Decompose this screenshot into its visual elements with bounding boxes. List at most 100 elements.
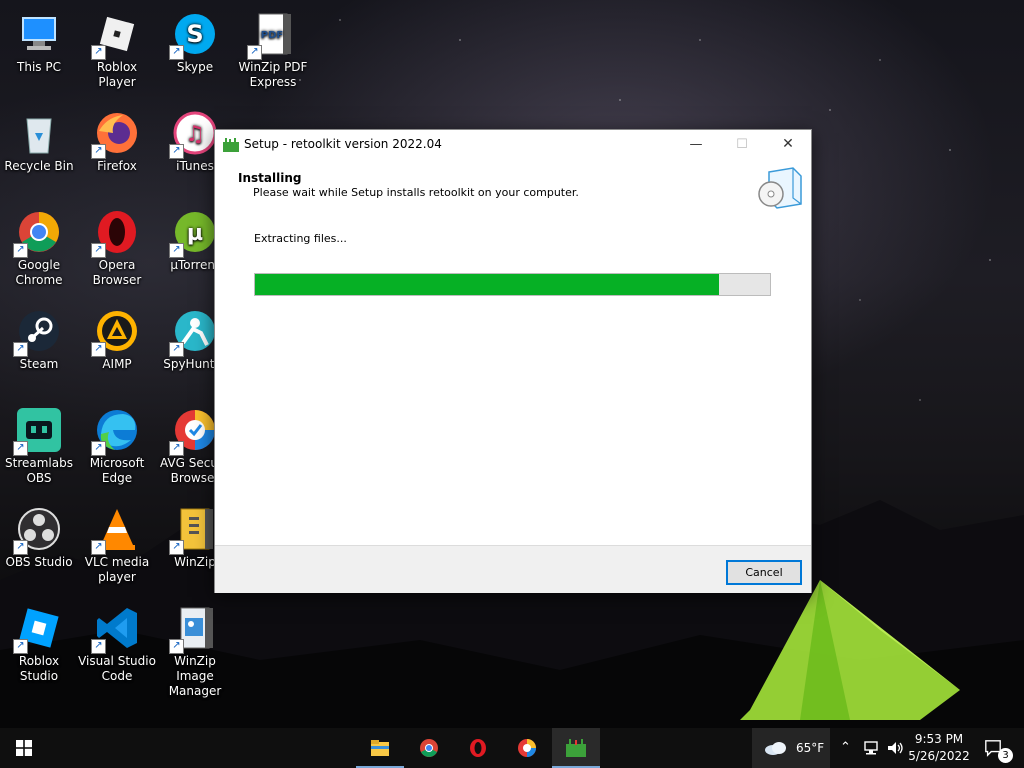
setup-icon (566, 739, 586, 757)
weather-widget[interactable]: 65°F (752, 728, 830, 768)
notification-count-badge: 3 (998, 748, 1013, 763)
taskbar-setup[interactable] (552, 728, 600, 768)
cloud-icon (765, 742, 786, 755)
shortcut-arrow-icon: ↗ (91, 45, 106, 60)
desktop-icon-streamlabs[interactable]: ↗ Streamlabs OBS (0, 402, 78, 486)
winzip-image-icon: ↗ (169, 604, 219, 654)
desktop-icon-winzip-image[interactable]: ↗ WinZip Image Manager (156, 600, 234, 699)
page-subheading: Please wait while Setup installs retoolk… (253, 186, 579, 199)
icon-label: WinZip Image Manager (168, 654, 222, 698)
icon-label: This PC (17, 60, 61, 74)
close-button[interactable]: ✕ (765, 130, 811, 159)
shortcut-arrow-icon: ↗ (91, 639, 106, 654)
taskbar-file-explorer[interactable] (356, 728, 404, 768)
icon-label: OBS Studio (5, 555, 73, 569)
title-bar[interactable]: Setup - retoolkit version 2022.04 — ☐ ✕ (215, 130, 811, 159)
winzip-pdf-icon: PDF ↗ (247, 10, 297, 60)
streamlabs-icon: ↗ (13, 406, 63, 456)
shortcut-arrow-icon: ↗ (169, 639, 184, 654)
maximize-button[interactable]: ☐ (719, 130, 765, 159)
obs-icon: ↗ (13, 505, 63, 555)
svg-text:µ: µ (187, 221, 203, 246)
desktop-icon-recycle-bin[interactable]: Recycle Bin (0, 105, 78, 174)
minimize-button[interactable]: — (673, 130, 719, 159)
shortcut-arrow-icon: ↗ (13, 243, 28, 258)
roblox-studio-icon: ↗ (13, 604, 63, 654)
shortcut-arrow-icon: ↗ (13, 639, 28, 654)
icon-label: Visual Studio Code (78, 654, 156, 683)
icon-label: Roblox Player (96, 60, 138, 89)
clock-date: 5/26/2022 (908, 749, 970, 763)
chrome-icon (420, 739, 438, 757)
icon-label: Recycle Bin (4, 159, 74, 173)
clock[interactable]: 9:53 PM 5/26/2022 (906, 731, 972, 765)
shortcut-arrow-icon: ↗ (169, 540, 184, 555)
desktop-icon-roblox-player[interactable]: ↗ Roblox Player (78, 6, 156, 90)
icon-label: Roblox Studio (18, 654, 60, 683)
icon-label: WinZip PDF Express (238, 60, 308, 89)
desktop-icon-edge[interactable]: ↗ Microsoft Edge (78, 402, 156, 486)
icon-label: Steam (19, 357, 59, 371)
skype-icon: S ↗ (169, 10, 219, 60)
opera-icon: ↗ (91, 208, 141, 258)
icon-label: Opera Browser (92, 258, 142, 287)
desktop-icon-firefox[interactable]: ↗ Firefox (78, 105, 156, 174)
desktop-icon-vscode[interactable]: ↗ Visual Studio Code (78, 600, 156, 684)
shortcut-arrow-icon: ↗ (169, 342, 184, 357)
icon-label: AIMP (102, 357, 132, 371)
wizard-header: Installing Please wait while Setup insta… (215, 159, 811, 219)
volume-icon[interactable] (886, 740, 904, 756)
desktop-icon-vlc[interactable]: ↗ VLC media player (78, 501, 156, 585)
file-explorer-icon (371, 740, 389, 756)
icon-label: Streamlabs OBS (5, 456, 73, 485)
start-button[interactable] (0, 728, 48, 768)
windows-logo-icon (16, 740, 32, 756)
taskbar: 65°F ⌃ 9:53 PM 5/26/2022 3 (0, 728, 1024, 768)
desktop-icon-this-pc[interactable]: This PC (0, 6, 78, 75)
desktop-icon-skype[interactable]: S ↗ Skype (156, 6, 234, 75)
svg-text:♫: ♫ (185, 122, 205, 147)
shortcut-arrow-icon: ↗ (169, 45, 184, 60)
chevron-up-icon[interactable]: ⌃ (840, 728, 851, 768)
avg-browser-icon (518, 739, 536, 757)
shortcut-arrow-icon: ↗ (13, 342, 28, 357)
shortcut-arrow-icon: ↗ (91, 243, 106, 258)
action-center-button[interactable]: 3 (980, 728, 1024, 768)
itunes-icon: ♫ ↗ (169, 109, 219, 159)
icon-label: Google Chrome (15, 258, 63, 287)
vlc-icon: ↗ (91, 505, 141, 555)
shortcut-arrow-icon: ↗ (247, 45, 262, 60)
weather-temp: 65°F (796, 741, 825, 755)
icon-label: Microsoft Edge (89, 456, 145, 485)
shortcut-arrow-icon: ↗ (13, 540, 28, 555)
clock-time: 9:53 PM (914, 732, 964, 746)
desktop-icon-roblox-studio[interactable]: ↗ Roblox Studio (0, 600, 78, 684)
setup-app-icon (223, 138, 239, 152)
shortcut-arrow-icon: ↗ (91, 540, 106, 555)
icon-label: Firefox (97, 159, 137, 173)
edge-icon: ↗ (91, 406, 141, 456)
desktop-icon-steam[interactable]: ↗ Steam (0, 303, 78, 372)
taskbar-chrome[interactable] (405, 728, 453, 768)
roblox-icon: ↗ (91, 10, 141, 60)
icon-label: VLC media player (84, 555, 150, 584)
vscode-icon: ↗ (91, 604, 141, 654)
taskbar-opera[interactable] (454, 728, 502, 768)
aimp-icon: ↗ (91, 307, 141, 357)
shortcut-arrow-icon: ↗ (91, 441, 106, 456)
network-icon[interactable] (862, 740, 880, 756)
steam-icon: ↗ (13, 307, 63, 357)
desktop-icon-winzip-pdf[interactable]: PDF ↗ WinZip PDF Express (234, 6, 312, 90)
shortcut-arrow-icon: ↗ (169, 243, 184, 258)
computer-icon (15, 10, 63, 58)
taskbar-avg-browser[interactable] (503, 728, 551, 768)
desktop-icon-chrome[interactable]: ↗ Google Chrome (0, 204, 78, 288)
status-text: Extracting files... (254, 232, 347, 245)
desktop-icon-obs-studio[interactable]: ↗ OBS Studio (0, 501, 78, 570)
shortcut-arrow-icon: ↗ (91, 144, 106, 159)
desktop-icon-opera[interactable]: ↗ Opera Browser (78, 204, 156, 288)
desktop-icon-aimp[interactable]: ↗ AIMP (78, 303, 156, 372)
shortcut-arrow-icon: ↗ (169, 441, 184, 456)
cancel-button[interactable]: Cancel (726, 560, 802, 585)
page-heading: Installing (238, 171, 302, 185)
